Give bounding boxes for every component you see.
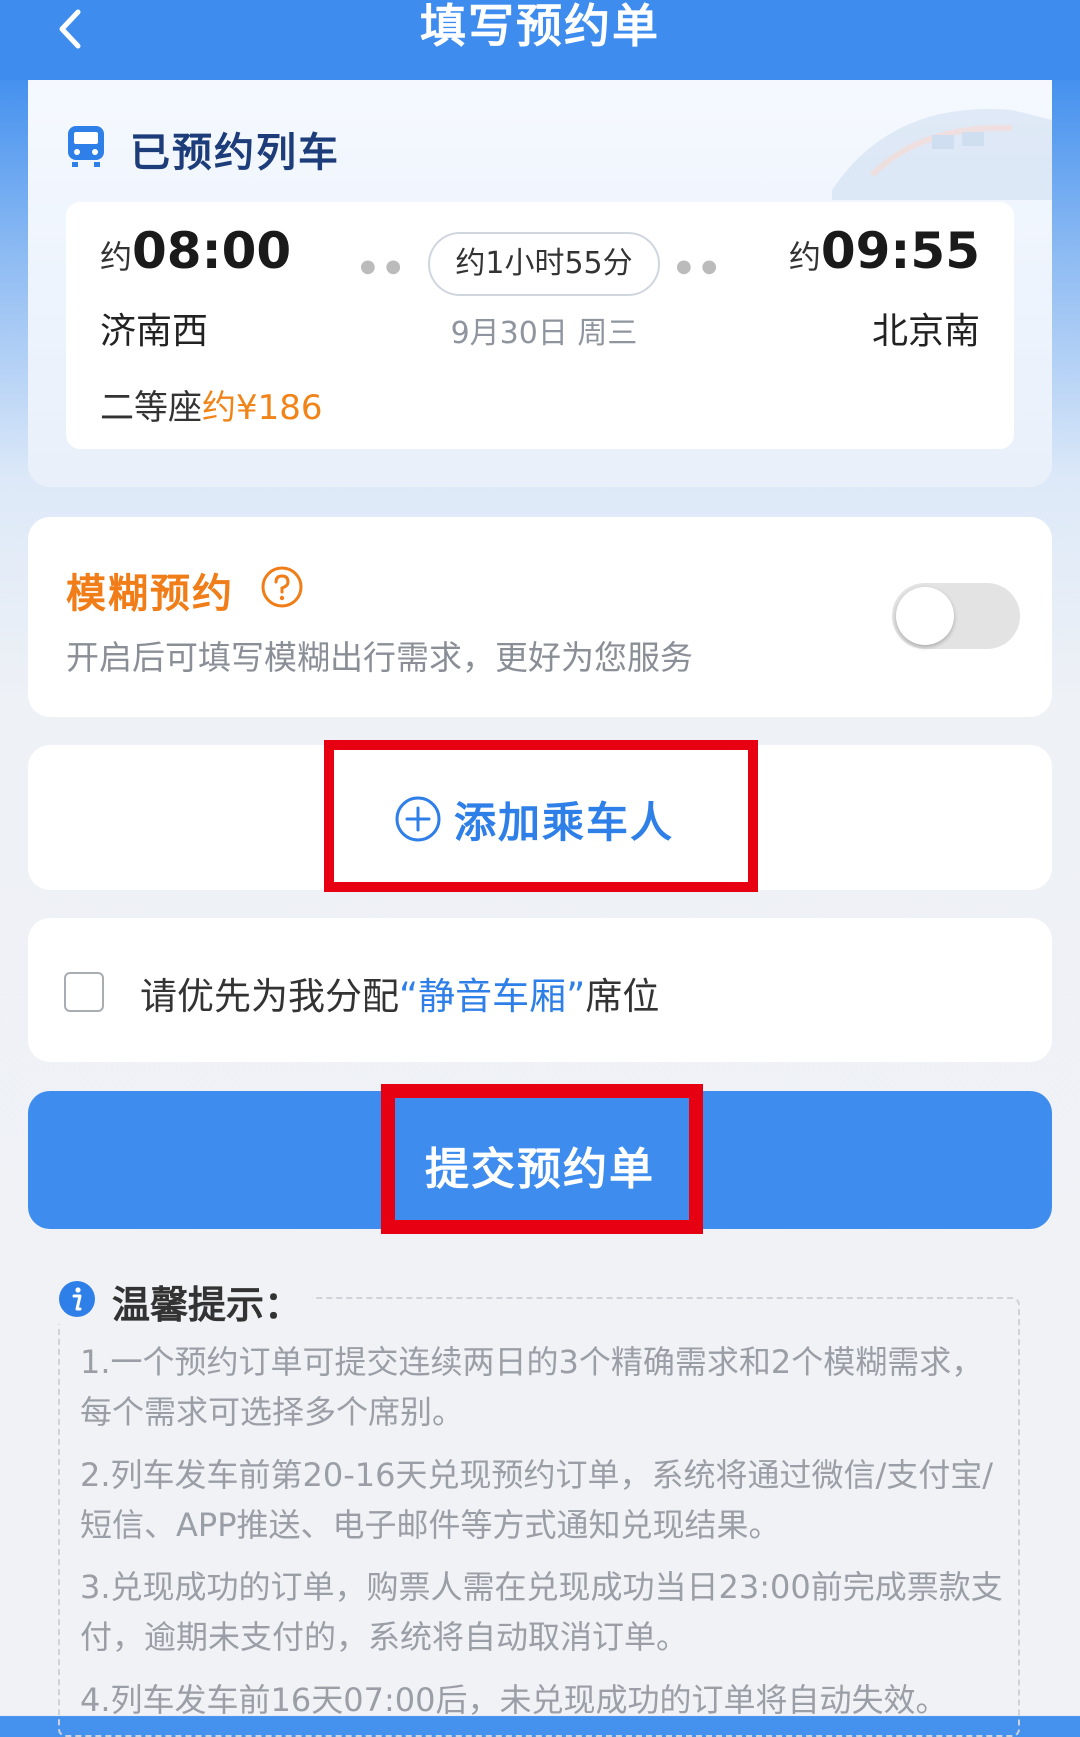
travel-date: 9月30日 周三 — [450, 316, 638, 351]
seat-price-line: 二等座约¥186 — [100, 380, 323, 429]
highlight-box-submit — [381, 1084, 703, 1234]
fuzzy-booking-toggle[interactable] — [892, 583, 1020, 649]
highlight-box-add-passenger — [324, 740, 758, 892]
quiet-car-checkbox[interactable] — [64, 972, 104, 1012]
page-title: 填写预约单 — [420, 0, 660, 53]
approx-label: 约 — [788, 238, 821, 276]
train-illustration-icon — [832, 109, 1052, 200]
quiet-car-prefix: 请优先为我分配 — [140, 975, 399, 1018]
toggle-knob — [896, 587, 954, 645]
departure-time: 08:00 — [132, 222, 292, 280]
tip-item-4: 4.列车发车前16天07:00后，未兑现成功的订单将自动失效。 — [80, 1681, 948, 1719]
departure-time-block: 约08:00 — [100, 222, 291, 280]
tips-title: 温馨提示： — [112, 1283, 303, 1327]
dots-left: ● ● — [360, 256, 404, 277]
train-icon — [68, 126, 104, 167]
dots-right: ● ● — [676, 256, 720, 277]
tip-item-2: 2.列车发车前第20-16天兑现预约订单，系统将通过微信/支付宝/短信、APP推… — [80, 1456, 994, 1544]
fuzzy-booking-title: 模糊预约 — [66, 571, 234, 617]
arrival-time-block: 约09:55 — [789, 222, 980, 280]
info-icon — [59, 1281, 95, 1317]
help-question-icon[interactable] — [260, 565, 304, 609]
header-bar: 填写预约单 — [0, 0, 1080, 80]
quiet-car-card: 请优先为我分配“静音车厢”席位 — [28, 918, 1052, 1062]
quiet-car-suffix: 席位 — [585, 975, 660, 1018]
train-info-panel: 约08:00 济南西 ● ● 约1小时55分 ● ● 9月30日 周三 约09:… — [66, 202, 1014, 449]
duration-pill: 约1小时55分 — [428, 232, 660, 296]
booked-train-card: 已预约列车 约08:00 济南西 ● ● 约1小时55分 ● ● 9月30日 周… — [28, 80, 1052, 487]
departure-station: 济南西 — [100, 311, 209, 352]
arrival-station: 北京南 — [871, 311, 980, 352]
quiet-car-highlight: “静音车厢” — [399, 975, 586, 1018]
tip-item-3: 3.兑现成功的订单，购票人需在兑现成功当日23:00前完成票款支付，逾期未支付的… — [80, 1568, 1003, 1656]
price: 约¥186 — [202, 388, 323, 428]
approx-label: 约 — [100, 238, 133, 276]
fuzzy-booking-description: 开启后可填写模糊出行需求，更好为您服务 — [66, 638, 693, 677]
fuzzy-booking-card: 模糊预约 开启后可填写模糊出行需求，更好为您服务 — [28, 517, 1052, 717]
booked-train-title: 已预约列车 — [130, 130, 340, 176]
arrival-time: 09:55 — [820, 222, 980, 280]
tip-item-1: 1.一个预约订单可提交连续两日的3个精确需求和2个模糊需求，每个需求可选择多个席… — [80, 1343, 984, 1431]
quiet-car-text: 请优先为我分配“静音车厢”席位 — [140, 966, 659, 1020]
seat-type: 二等座 — [100, 388, 202, 428]
